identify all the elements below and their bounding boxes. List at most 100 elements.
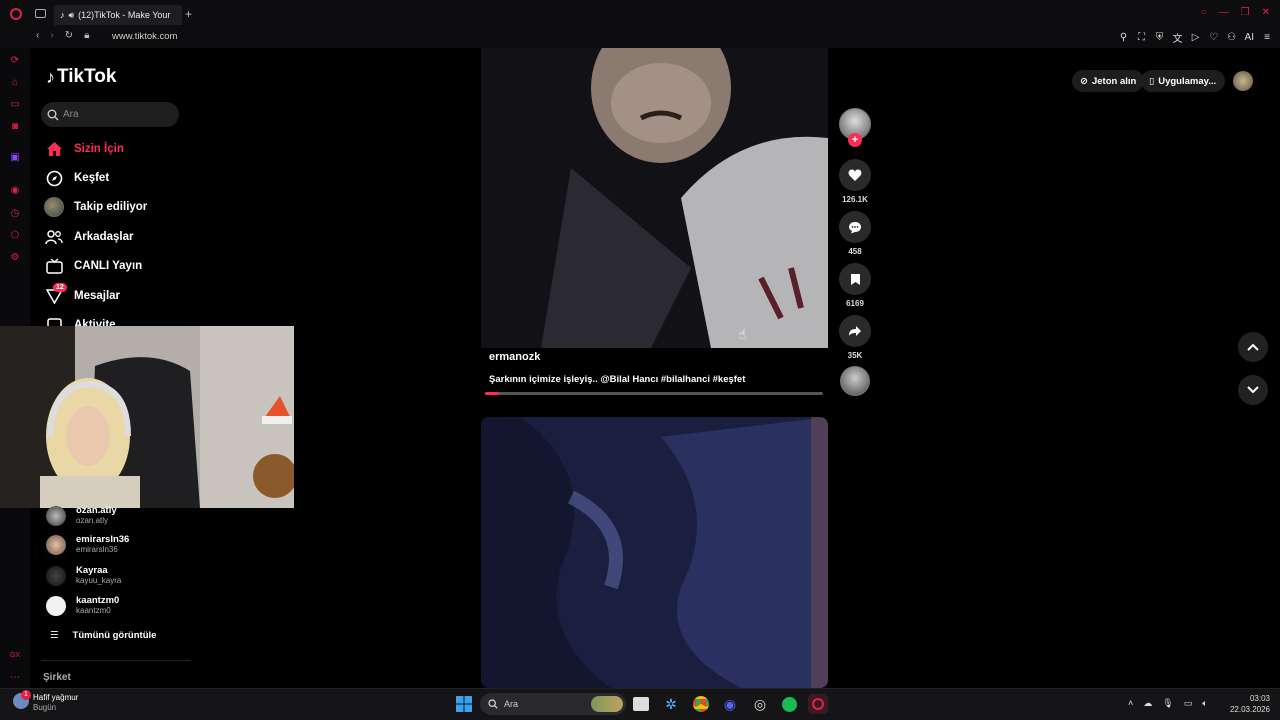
- lock-icon: 🔒︎: [84, 30, 90, 41]
- tiktok-favicon-icon: ♪: [60, 10, 65, 20]
- minimize-icon[interactable]: —: [1219, 7, 1229, 18]
- search-input[interactable]: Ara: [41, 102, 179, 127]
- live-tv-icon: [44, 256, 64, 276]
- video-progress-bar[interactable]: [485, 392, 823, 395]
- speaker-icon[interactable]: 🔊︎: [69, 10, 75, 21]
- next-video-player[interactable]: [481, 417, 828, 688]
- following-name: Kayraa: [76, 565, 108, 576]
- webcam-overlay: [0, 326, 294, 508]
- opera-gx-taskbar-icon[interactable]: [808, 694, 828, 714]
- taskbar-search-label: Ara: [504, 699, 519, 709]
- sidebar-bag-icon[interactable]: ⌂: [9, 77, 21, 89]
- discord-icon[interactable]: ◉: [720, 694, 740, 714]
- search-tabs-icon[interactable]: ○: [1201, 7, 1207, 18]
- sidebar-history-icon[interactable]: ⟳: [9, 55, 21, 67]
- sidebar-more-icon[interactable]: ⋯: [9, 672, 21, 684]
- list-icon: ☰: [50, 630, 59, 641]
- nav-explore[interactable]: Keşfet: [44, 168, 109, 188]
- window-controls: ○ — ❐ ✕: [1201, 7, 1270, 18]
- sidebar-twitch-icon[interactable]: ▣: [9, 152, 21, 164]
- sidebar-chat-icon[interactable]: ▭: [9, 99, 21, 111]
- file-explorer-icon[interactable]: [633, 697, 649, 711]
- shield-icon[interactable]: ⛨: [1155, 32, 1165, 43]
- windows-start-icon[interactable]: [454, 694, 474, 714]
- play-icon[interactable]: ▷: [1191, 32, 1201, 43]
- music-disc-avatar[interactable]: [840, 366, 870, 396]
- follow-plus-button[interactable]: +: [848, 133, 862, 147]
- close-icon[interactable]: ✕: [1262, 7, 1270, 18]
- messages-badge: 12: [53, 283, 67, 292]
- display-icon[interactable]: ▭: [1184, 698, 1193, 709]
- settings-app-icon[interactable]: ✲: [661, 694, 681, 714]
- chevron-up-icon: [1247, 343, 1259, 351]
- chevron-up-icon[interactable]: ˄: [1128, 698, 1133, 709]
- url-field[interactable]: www.tiktok.com: [112, 31, 177, 42]
- weather-widget[interactable]: Hafif yağmur Bugün: [33, 693, 78, 713]
- sidebar-clock-icon[interactable]: ◷: [9, 208, 21, 220]
- mic-icon[interactable]: 🎙︎: [1162, 698, 1173, 709]
- forward-icon[interactable]: ›: [50, 30, 53, 41]
- divider: [41, 660, 191, 661]
- like-button[interactable]: [839, 159, 871, 191]
- back-icon[interactable]: ‹: [36, 30, 39, 41]
- nav-messages[interactable]: 12 Mesajlar: [44, 283, 121, 306]
- nav-label: Arkadaşlar: [74, 231, 134, 243]
- new-tab-button[interactable]: +: [185, 7, 192, 21]
- following-item[interactable]: Kayraa kayuu_kayra: [46, 565, 121, 586]
- comment-button[interactable]: [839, 211, 871, 243]
- nav-following[interactable]: Takip ediliyor: [44, 197, 147, 217]
- heart-icon: [848, 169, 862, 181]
- taskbar-search[interactable]: Ara: [480, 693, 626, 715]
- nav-live[interactable]: CANLI Yayın: [44, 256, 142, 276]
- tab-tiktok[interactable]: ♪ 🔊︎ (12)TikTok - Make Your: [54, 5, 182, 25]
- clock-date: 22.03.2026: [1229, 705, 1270, 714]
- previous-video-button[interactable]: [1238, 332, 1268, 362]
- profile-avatar[interactable]: [1233, 71, 1253, 91]
- share-button[interactable]: [839, 315, 871, 347]
- profile-icon[interactable]: ⚇: [1227, 32, 1237, 43]
- snapshot-icon[interactable]: ⛶: [1137, 32, 1147, 43]
- nav-friends[interactable]: Arkadaşlar: [44, 227, 133, 247]
- logo-text: TikTok: [57, 66, 117, 87]
- following-username: ozan.atly: [76, 516, 109, 525]
- tab-islands-icon[interactable]: [35, 9, 46, 18]
- spotify-icon[interactable]: [779, 694, 799, 714]
- save-button[interactable]: [839, 263, 871, 295]
- coin-icon: ⊘: [1080, 75, 1088, 87]
- pin-icon[interactable]: ⚲: [1119, 32, 1129, 43]
- get-coins-button[interactable]: ⊘ Jeton alın: [1072, 70, 1145, 92]
- opera-logo-icon[interactable]: [10, 8, 22, 20]
- menu-icon[interactable]: ≡: [1262, 32, 1272, 43]
- video-author[interactable]: ermanozk: [489, 351, 540, 363]
- get-app-button[interactable]: ▯ Uygulamay...: [1141, 70, 1225, 92]
- chrome-icon[interactable]: [691, 694, 711, 714]
- steam-icon[interactable]: ◎: [750, 694, 770, 714]
- clock-time: 03:03: [1249, 694, 1270, 703]
- following-item[interactable]: kaantzm0 kaantzm0: [46, 595, 119, 616]
- reload-icon[interactable]: ↻: [65, 30, 73, 41]
- sidebar-gx-icon[interactable]: GX: [9, 650, 21, 662]
- nav-label: Mesajlar: [74, 290, 121, 302]
- following-item[interactable]: emirarsln36 emirarsln36: [46, 534, 129, 555]
- translate-icon[interactable]: 文: [1173, 30, 1183, 45]
- avatar: [46, 534, 66, 555]
- video-player[interactable]: [481, 48, 828, 348]
- cloud-icon[interactable]: ☁: [1143, 698, 1152, 709]
- clock[interactable]: 03:03 22.03.2026: [1226, 693, 1270, 715]
- following-item[interactable]: ozan.atly ozan.atly: [46, 505, 117, 526]
- maximize-icon[interactable]: ❐: [1241, 7, 1250, 18]
- sidebar-pinboard-icon[interactable]: ⬠: [9, 230, 21, 242]
- ai-button[interactable]: AI: [1245, 32, 1254, 43]
- nav-label: CANLI Yayın: [74, 260, 143, 272]
- heart-icon[interactable]: ♡: [1209, 32, 1219, 43]
- sidebar-settings-icon[interactable]: ⚙: [9, 252, 21, 264]
- sidebar-messenger-icon[interactable]: ◙: [9, 121, 21, 133]
- next-video-button[interactable]: [1238, 375, 1268, 405]
- volume-icon[interactable]: 🔈︎: [1202, 698, 1207, 709]
- tiktok-logo[interactable]: ♪ TikTok: [46, 66, 116, 88]
- sidebar-player-icon[interactable]: ◉: [9, 185, 21, 197]
- company-heading[interactable]: Şirket: [43, 672, 71, 683]
- phone-icon: ▯: [1149, 75, 1155, 87]
- nav-for-you[interactable]: Sizin İçin: [44, 139, 124, 159]
- see-all-link[interactable]: ☰ Tümünü görüntüle: [50, 630, 156, 641]
